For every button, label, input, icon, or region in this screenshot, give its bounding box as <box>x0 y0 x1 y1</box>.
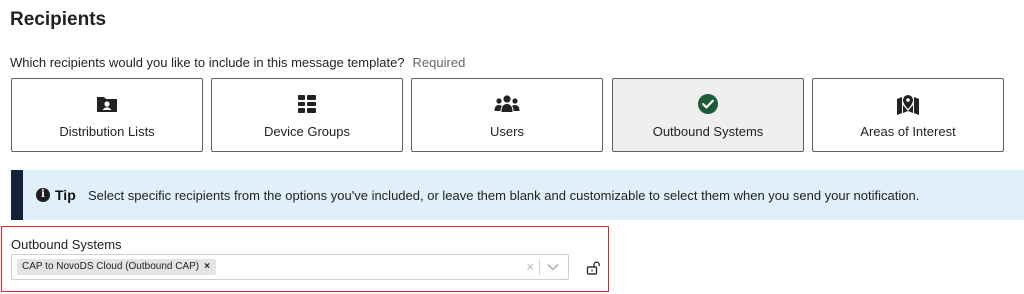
grid-list-icon <box>298 95 316 113</box>
check-circle-icon <box>698 94 718 114</box>
unlock-icon[interactable] <box>586 261 600 275</box>
card-distribution-lists[interactable]: Distribution Lists <box>11 78 203 152</box>
question-text: Which recipients would you like to inclu… <box>10 55 405 70</box>
card-label: Users <box>490 124 524 139</box>
recipients-question: Which recipients would you like to inclu… <box>10 55 465 70</box>
clear-icon[interactable]: × <box>526 259 534 274</box>
page-title: Recipients <box>10 9 107 30</box>
outbound-systems-label: Outbound Systems <box>11 237 122 252</box>
tip-label: Tip <box>55 187 76 203</box>
map-pin-icon <box>897 95 919 115</box>
chip-remove-icon[interactable]: × <box>204 261 210 272</box>
card-users[interactable]: Users <box>411 78 603 152</box>
card-outbound-systems[interactable]: Outbound Systems <box>612 78 804 152</box>
card-label: Areas of Interest <box>860 124 956 139</box>
outbound-systems-select[interactable]: CAP to NovoDS Cloud (Outbound CAP) × × <box>11 254 569 280</box>
outbound-systems-field: Outbound Systems CAP to NovoDS Cloud (Ou… <box>1 226 609 292</box>
tip-text: Select specific recipients from the opti… <box>88 188 920 203</box>
recipient-type-cards: Distribution Lists Device Groups Users O… <box>11 78 1006 154</box>
folder-person-icon <box>97 97 117 112</box>
users-icon <box>494 95 520 112</box>
tip-accent-bar <box>11 170 23 220</box>
chevron-down-icon[interactable] <box>547 263 559 271</box>
card-label: Device Groups <box>264 124 350 139</box>
card-device-groups[interactable]: Device Groups <box>211 78 403 152</box>
chip-label: CAP to NovoDS Cloud (Outbound CAP) <box>22 261 200 272</box>
selected-chip: CAP to NovoDS Cloud (Outbound CAP) × <box>17 259 216 275</box>
select-separator <box>539 259 540 275</box>
tip-banner: i Tip Select specific recipients from th… <box>11 170 1024 220</box>
card-label: Outbound Systems <box>652 124 764 139</box>
required-indicator: Required <box>412 55 466 70</box>
info-icon: i <box>36 188 50 202</box>
card-areas-of-interest[interactable]: Areas of Interest <box>812 78 1004 152</box>
card-label: Distribution Lists <box>59 124 155 139</box>
